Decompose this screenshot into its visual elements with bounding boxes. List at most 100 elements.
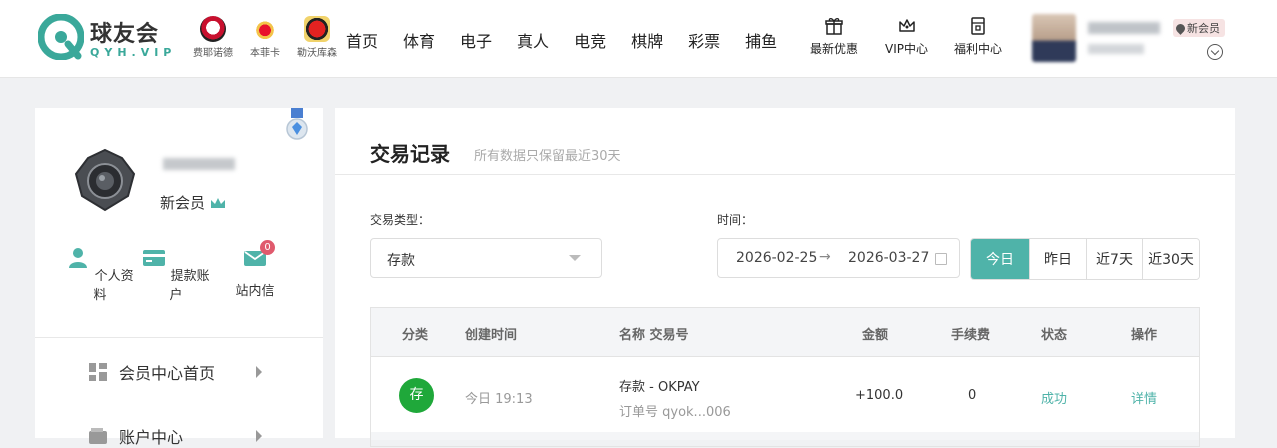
quick-inbox-label: 站内信 — [235, 284, 275, 299]
col-created-time: 创建时间 — [465, 328, 518, 343]
top-bar: 球友会 QYH.VIP 费耶诺德 本菲卡 勒沃库森 首页 体育 电子 真人 电竞… — [0, 0, 1277, 78]
col-fee: 手续费 — [951, 328, 991, 343]
row-fee: 0 — [968, 388, 977, 403]
row-amount: +100.0 — [855, 388, 904, 403]
quick-profile[interactable]: 个人资料 — [60, 246, 140, 303]
quick-inbox[interactable]: 0 站内信 — [215, 240, 295, 299]
benfica-crest-icon — [252, 16, 278, 42]
date-range-picker[interactable]: 2026-02-25 → 2026-03-27 — [717, 238, 960, 278]
transaction-type-select[interactable]: 存款 — [370, 238, 602, 278]
chevron-down-icon[interactable] — [1207, 44, 1223, 60]
club-partners: 费耶诺德 本菲卡 勒沃库森 — [190, 16, 340, 62]
menu-account-center[interactable]: 账户中心 — [89, 424, 279, 448]
nav-live-casino[interactable]: 真人 — [517, 28, 549, 52]
range-7days-button[interactable]: 近7天 — [1086, 239, 1142, 279]
nav-sports[interactable]: 体育 — [403, 28, 435, 52]
chevron-right-icon — [256, 366, 262, 378]
nav-vip-label: VIP中心 — [885, 42, 928, 56]
gift-card-icon — [971, 17, 985, 35]
row-status: 成功 — [1041, 392, 1068, 407]
nav-promotions-label: 最新优惠 — [810, 42, 859, 56]
row-name: 存款 - OKPAY — [619, 380, 700, 395]
menu-member-home-label: 会员中心首页 — [119, 364, 216, 383]
user-avatar[interactable] — [1032, 14, 1076, 62]
title-divider — [335, 174, 1235, 175]
range-30days-button[interactable]: 近30天 — [1142, 239, 1199, 279]
range-today-button[interactable]: 今日 — [971, 239, 1029, 279]
gift-icon — [825, 18, 843, 35]
transactions-panel: 交易记录 所有数据只保留最近30天 交易类型： 存款 时间： 2026-02-2… — [335, 108, 1235, 447]
crown-icon — [211, 197, 226, 208]
time-filter-label: 时间： — [717, 213, 754, 227]
nav-slots[interactable]: 电子 — [460, 28, 492, 52]
sidebar-level-label: 新会员 — [160, 194, 206, 212]
sidebar-username-blurred — [163, 158, 235, 170]
quick-withdraw-label: 提款账户 — [169, 269, 210, 303]
range-yesterday-button[interactable]: 昨日 — [1029, 239, 1086, 279]
menu-member-home[interactable]: 会员中心首页 — [89, 360, 279, 384]
table-header: 分类 创建时间 名称 交易号 金额 手续费 状态 操作 — [371, 308, 1199, 357]
chevron-right-icon — [256, 430, 262, 442]
page-note: 所有数据只保留最近30天 — [474, 149, 621, 164]
date-from[interactable]: 2026-02-25 — [736, 250, 817, 266]
col-category: 分类 — [402, 328, 429, 343]
col-name-txid: 名称 交易号 — [619, 328, 689, 343]
nav-promotions[interactable]: 最新优惠 — [810, 16, 858, 57]
logo-title: 球友会 — [90, 22, 160, 47]
member-level-label: 新会员 — [1187, 22, 1220, 35]
row-order-id: 订单号 qyok...006 — [619, 405, 731, 420]
row-time: 今日 19:13 — [465, 392, 533, 407]
nav-vip[interactable]: VIP中心 — [885, 16, 928, 57]
quick-range-group: 今日 昨日 近7天 近30天 — [970, 238, 1200, 280]
feyenoord-crest-icon — [200, 16, 226, 42]
transactions-table: 分类 创建时间 名称 交易号 金额 手续费 状态 操作 存 今日 19:13 存… — [370, 307, 1200, 447]
club-benfica: 本菲卡 — [242, 16, 288, 62]
member-level-badge: 新会员 — [1173, 19, 1225, 37]
nav-welfare-label: 福利中心 — [954, 42, 1003, 56]
nav-home[interactable]: 首页 — [346, 28, 378, 52]
user-icon — [69, 248, 88, 268]
nav-fishing[interactable]: 捕鱼 — [745, 28, 777, 52]
calendar-icon — [935, 253, 947, 265]
club-name: 本菲卡 — [250, 48, 280, 59]
transaction-type-value: 存款 — [387, 253, 415, 269]
sidebar-divider — [35, 337, 323, 338]
page-title: 交易记录 — [370, 142, 450, 166]
member-sidebar: 新会员 个人资料 提款账户 0 站内信 会员中心首页 账户中心 — [35, 108, 323, 447]
balance-blurred — [1088, 44, 1144, 54]
quick-profile-label: 个人资料 — [93, 269, 134, 303]
club-name: 勒沃库森 — [297, 48, 337, 59]
leverkusen-crest-icon — [304, 16, 330, 42]
club-leverkusen: 勒沃库森 — [294, 16, 340, 62]
wallet-icon — [89, 428, 107, 444]
inbox-count-badge: 0 — [260, 240, 275, 255]
level-gem-icon — [1174, 21, 1187, 35]
nav-welfare[interactable]: 福利中心 — [954, 16, 1002, 57]
date-to[interactable]: 2026-03-27 — [848, 250, 929, 266]
crown-icon — [898, 19, 915, 32]
logo-subtitle: QYH.VIP — [90, 46, 177, 59]
logo-mark-icon — [38, 14, 84, 60]
deposit-category-badge: 存 — [399, 378, 434, 413]
type-filter-label: 交易类型： — [370, 213, 431, 227]
mail-icon-wrap: 0 — [243, 240, 275, 270]
site-logo[interactable]: 球友会 QYH.VIP — [38, 14, 178, 64]
col-action: 操作 — [1131, 328, 1158, 343]
club-feyenoord: 费耶诺德 — [190, 16, 236, 62]
quick-withdraw-account[interactable]: 提款账户 — [136, 246, 216, 303]
dropdown-caret-icon — [569, 255, 581, 261]
arrow-right-icon: → — [819, 249, 831, 265]
next-row-edge — [371, 432, 1199, 440]
sidebar-level: 新会员 — [160, 192, 226, 213]
dashboard-icon — [89, 363, 107, 381]
col-status: 状态 — [1041, 328, 1068, 343]
nav-cards[interactable]: 棋牌 — [631, 28, 663, 52]
row-detail-link[interactable]: 详情 — [1131, 388, 1157, 407]
nav-lottery[interactable]: 彩票 — [688, 28, 720, 52]
nav-esports[interactable]: 电竞 — [574, 28, 606, 52]
club-name: 费耶诺德 — [193, 48, 233, 59]
col-amount: 金额 — [862, 328, 889, 343]
menu-account-center-label: 账户中心 — [119, 428, 184, 447]
main-nav: 首页 体育 电子 真人 电竞 棋牌 彩票 捕鱼 — [346, 28, 802, 52]
medal-icon — [286, 108, 308, 140]
